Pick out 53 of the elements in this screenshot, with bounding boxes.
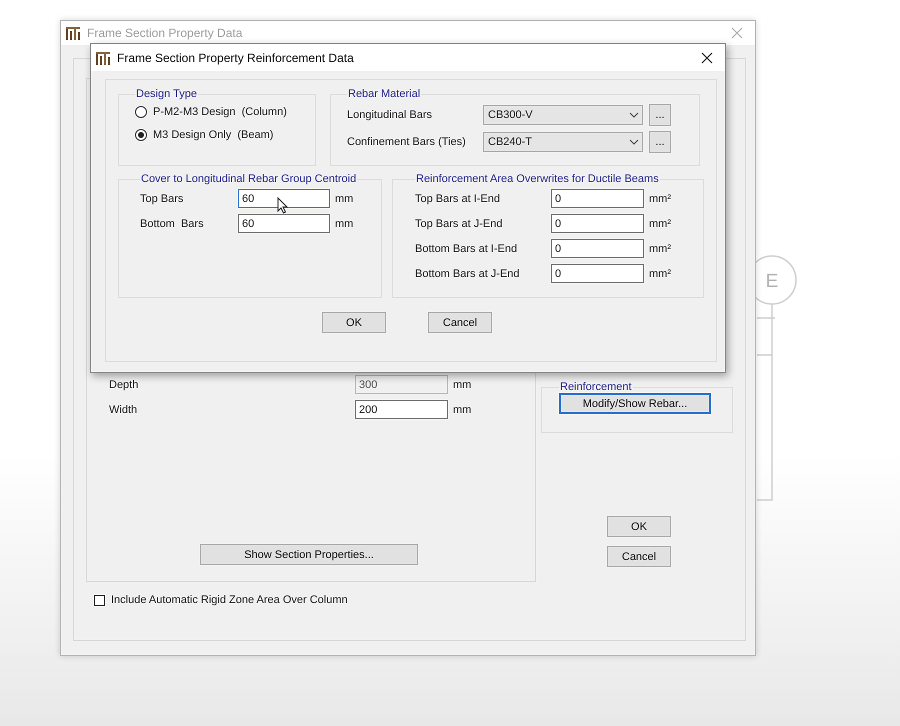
field-label: Width <box>108 404 138 416</box>
field-label: Depth <box>108 378 140 390</box>
field-label: Bottom Bars at I-End <box>415 242 518 254</box>
unit-label: mm <box>452 404 472 416</box>
dialog-button[interactable]: Cancel <box>428 312 492 333</box>
app-icon <box>65 26 81 40</box>
browse-button[interactable]: ... <box>649 131 671 153</box>
input-field[interactable]: 0 <box>551 239 644 258</box>
unit-label: mm <box>334 192 354 204</box>
modify-rebar-button[interactable]: Modify/Show Rebar... <box>559 393 711 414</box>
app-icon <box>95 50 111 64</box>
unit-label: mm² <box>648 268 671 280</box>
input-field[interactable]: 0 <box>551 189 644 208</box>
field-label: Bottom Bars at J-End <box>415 268 521 280</box>
input-field[interactable]: 0 <box>551 264 644 283</box>
grid-label: E <box>766 271 778 292</box>
show-section-properties-button[interactable]: Show Section Properties... <box>200 544 418 565</box>
input-field[interactable]: 60 <box>238 214 330 233</box>
field-label: Bottom Bars <box>140 218 205 230</box>
material-dropdown[interactable]: CB240-T <box>483 132 643 152</box>
checkbox-label: Include Automatic Rigid Zone Area Over Column <box>111 594 348 606</box>
unit-label: mm <box>334 218 354 230</box>
field-label: Top Bars <box>140 192 184 204</box>
material-dropdown[interactable]: CB300-V <box>483 105 643 125</box>
radio-label: P-M2-M3 Design (Column) <box>153 106 287 118</box>
input-field[interactable]: 200 <box>355 400 448 419</box>
group-title: Cover to Longitudinal Rebar Group Centroid <box>140 173 358 185</box>
field-label: Top Bars at J-End <box>415 218 504 230</box>
unit-label: mm² <box>648 242 671 254</box>
radio-button[interactable] <box>135 129 147 141</box>
window-title: Frame Section Property Data <box>87 26 244 40</box>
dialog-button[interactable]: Cancel <box>607 546 671 567</box>
unit-label: mm² <box>648 192 671 204</box>
radio-button[interactable] <box>135 106 147 118</box>
input-field[interactable]: 0 <box>551 214 644 233</box>
group-title: Rebar Material <box>347 88 422 100</box>
unit-label: mm² <box>648 218 671 230</box>
group-title: Design Type <box>135 88 198 100</box>
browse-button[interactable]: ... <box>649 104 671 126</box>
dialog-button[interactable]: OK <box>322 312 386 333</box>
cursor-icon <box>277 197 288 214</box>
group-title: Reinforcement Area Overwrites for Ductile Beams <box>415 173 660 185</box>
input-field[interactable]: 60 <box>238 189 330 208</box>
checkbox[interactable] <box>94 594 105 606</box>
close-icon[interactable] <box>701 52 713 64</box>
field-label: Confinement Bars (Ties) <box>347 136 467 148</box>
dialog-button[interactable]: OK <box>607 516 671 537</box>
group-title: Reinforcement <box>559 381 633 393</box>
unit-label: mm <box>452 378 472 390</box>
field-label: Longitudinal Bars <box>347 109 434 121</box>
radio-label: M3 Design Only (Beam) <box>153 129 274 141</box>
dialog-title: Frame Section Property Reinforcement Data <box>117 50 355 64</box>
field-label: Top Bars at I-End <box>415 192 501 204</box>
